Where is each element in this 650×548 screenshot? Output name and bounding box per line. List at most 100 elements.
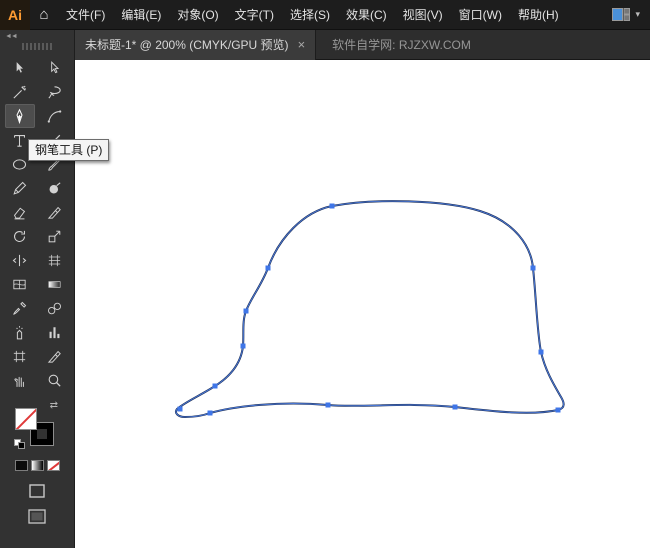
mesh-icon bbox=[11, 276, 28, 293]
anchor-point[interactable] bbox=[212, 383, 218, 389]
zoom-icon bbox=[46, 372, 63, 389]
arrow-filled-icon bbox=[11, 60, 28, 77]
chevron-down-icon: ▾ bbox=[635, 9, 640, 19]
blend-tool[interactable] bbox=[40, 296, 70, 320]
type-icon bbox=[11, 132, 28, 149]
eraser-tool[interactable] bbox=[5, 200, 35, 224]
pen-icon bbox=[11, 108, 28, 125]
hand-tool[interactable] bbox=[5, 368, 35, 392]
none-button[interactable] bbox=[46, 460, 60, 471]
rotate-tool[interactable] bbox=[5, 224, 35, 248]
menu-view[interactable]: 视图(V) bbox=[395, 0, 451, 30]
anchor-point[interactable] bbox=[240, 343, 246, 349]
panel-grip-handle[interactable] bbox=[22, 43, 52, 50]
eyedropper-icon bbox=[11, 300, 28, 317]
menu-window[interactable]: 窗口(W) bbox=[451, 0, 510, 30]
lasso-icon bbox=[46, 84, 63, 101]
width-icon bbox=[11, 252, 28, 269]
knife-tool[interactable] bbox=[40, 200, 70, 224]
zoom-tool[interactable] bbox=[40, 368, 70, 392]
anchor-point[interactable] bbox=[555, 407, 561, 413]
ellipse-icon bbox=[11, 156, 28, 173]
document-tab-bar: 未标题-1* @ 200% (CMYK/GPU 预览) × 软件自学网: RJZ… bbox=[75, 29, 650, 60]
direct-selection-tool[interactable] bbox=[40, 56, 70, 80]
document-tab-title: 未标题-1* @ 200% (CMYK/GPU 预览) bbox=[85, 38, 289, 52]
anchor-point[interactable] bbox=[265, 265, 271, 271]
hat-path-selection bbox=[175, 200, 565, 418]
collapse-panel-icon[interactable]: ◄◄ bbox=[5, 33, 18, 40]
curve-icon bbox=[46, 108, 63, 125]
curvature-tool[interactable] bbox=[40, 104, 70, 128]
eraser-icon bbox=[11, 204, 28, 221]
anchor-point[interactable] bbox=[177, 406, 183, 412]
artboard-canvas[interactable] bbox=[75, 60, 650, 548]
wand-icon bbox=[11, 84, 28, 101]
screen-mode-button[interactable] bbox=[28, 509, 46, 524]
mesh-tool[interactable] bbox=[5, 272, 35, 296]
column-graph-tool[interactable] bbox=[40, 320, 70, 344]
artboard-tool[interactable] bbox=[5, 344, 35, 368]
pencil-tool[interactable] bbox=[5, 176, 35, 200]
free-transform-tool[interactable] bbox=[40, 248, 70, 272]
anchor-point[interactable] bbox=[530, 265, 536, 271]
blend-icon bbox=[46, 300, 63, 317]
menu-select[interactable]: 选择(S) bbox=[282, 0, 338, 30]
pen-tool[interactable] bbox=[4, 104, 35, 128]
draw-normal-button[interactable] bbox=[29, 484, 45, 498]
pencil-icon bbox=[11, 180, 28, 197]
menu-file[interactable]: 文件(F) bbox=[58, 0, 113, 30]
color-wells: ⇄ bbox=[14, 401, 60, 449]
anchor-point[interactable] bbox=[329, 203, 335, 209]
blob-brush-tool[interactable] bbox=[40, 176, 70, 200]
document-tab[interactable]: 未标题-1* @ 200% (CMYK/GPU 预览) × bbox=[75, 29, 317, 60]
home-icon[interactable]: ⌂ bbox=[30, 0, 58, 30]
paint-mode-buttons bbox=[14, 460, 60, 471]
gradient-button[interactable] bbox=[30, 460, 44, 471]
menu-edit[interactable]: 编辑(E) bbox=[113, 0, 169, 30]
rotate-icon bbox=[11, 228, 28, 245]
gradient-icon bbox=[46, 276, 63, 293]
anchor-point[interactable] bbox=[243, 308, 249, 314]
menu-bar: Ai ⌂ 文件(F) 编辑(E) 对象(O) 文字(T) 选择(S) 效果(C) 视图(V)… bbox=[0, 0, 650, 30]
selection-tool[interactable] bbox=[5, 56, 35, 80]
close-icon[interactable]: × bbox=[298, 38, 306, 51]
anchor-point[interactable] bbox=[325, 402, 331, 408]
scale-icon bbox=[46, 228, 63, 245]
eyedropper-tool[interactable] bbox=[5, 296, 35, 320]
anchor-point[interactable] bbox=[207, 410, 213, 416]
hat-path[interactable] bbox=[175, 200, 565, 419]
illustrator-window: Ai ⌂ 文件(F) 编辑(E) 对象(O) 文字(T) 选择(S) 效果(C) 视图(V)… bbox=[0, 0, 650, 548]
symbol-sprayer-tool[interactable] bbox=[5, 320, 35, 344]
color-button[interactable] bbox=[14, 460, 28, 471]
tools-panel-header: ◄◄ bbox=[0, 30, 74, 56]
tool-tooltip: 钢笔工具 (P) bbox=[28, 139, 110, 161]
scale-tool[interactable] bbox=[40, 224, 70, 248]
blob-icon bbox=[46, 180, 63, 197]
menu-type[interactable]: 文字(T) bbox=[227, 0, 282, 30]
anchors-group bbox=[177, 203, 561, 416]
site-watermark: 软件自学网: RJZXW.COM bbox=[332, 38, 471, 52]
grid-icon bbox=[46, 252, 63, 269]
anchor-point[interactable] bbox=[538, 349, 544, 355]
menu-help[interactable]: 帮助(H) bbox=[510, 0, 567, 30]
app-logo[interactable]: Ai bbox=[0, 0, 30, 30]
magic-wand-tool[interactable] bbox=[5, 80, 35, 104]
tools-grid bbox=[4, 56, 70, 392]
default-colors-icon[interactable] bbox=[14, 439, 27, 450]
swap-fill-stroke-icon[interactable]: ⇄ bbox=[50, 401, 58, 411]
gradient-tool[interactable] bbox=[40, 272, 70, 296]
tools-panel: ◄◄ ⇄ bbox=[0, 30, 75, 548]
workspace-icon bbox=[612, 8, 631, 21]
arrow-outline-icon bbox=[46, 60, 63, 77]
workspace-switcher[interactable]: ▾ bbox=[612, 8, 650, 21]
fill-color-swatch[interactable] bbox=[15, 408, 37, 430]
menu-effect[interactable]: 效果(C) bbox=[338, 0, 395, 30]
knife-icon bbox=[46, 204, 63, 221]
spray-icon bbox=[11, 324, 28, 341]
slice-tool[interactable] bbox=[40, 344, 70, 368]
anchor-point[interactable] bbox=[452, 404, 458, 410]
width-tool[interactable] bbox=[5, 248, 35, 272]
artboard-icon bbox=[11, 348, 28, 365]
lasso-tool[interactable] bbox=[40, 80, 70, 104]
menu-object[interactable]: 对象(O) bbox=[169, 0, 226, 30]
